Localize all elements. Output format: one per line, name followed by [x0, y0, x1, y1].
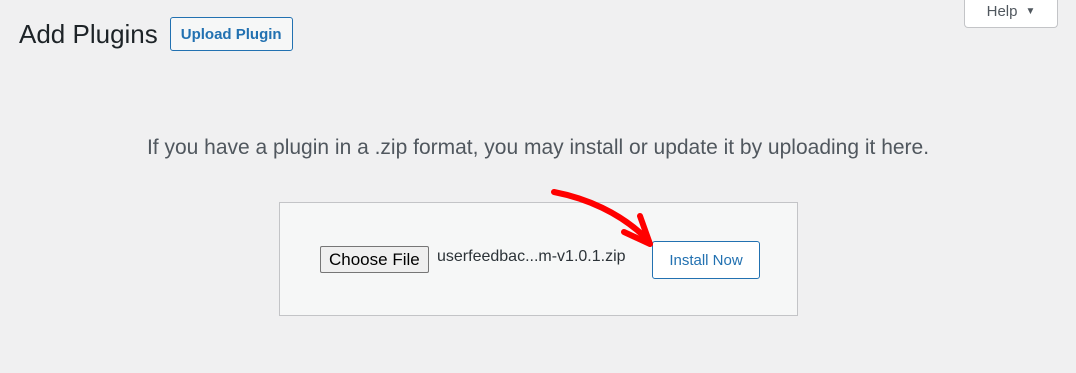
- install-now-button[interactable]: Install Now: [652, 241, 760, 279]
- page-title: Add Plugins: [19, 19, 158, 49]
- help-label: Help: [986, 3, 1018, 20]
- upload-plugin-button[interactable]: Upload Plugin: [169, 17, 293, 51]
- upload-instructions: If you have a plugin in a .zip format, y…: [146, 136, 930, 159]
- page-header: Add Plugins Upload Plugin: [19, 16, 293, 52]
- selected-file-name: userfeedbac...m-v1.0.1.zip: [437, 248, 626, 265]
- help-tab-button[interactable]: Help ▼: [964, 0, 1058, 28]
- upload-plugin-form: Choose File userfeedbac...m-v1.0.1.zip I…: [279, 202, 798, 316]
- choose-file-button[interactable]: Choose File: [320, 246, 429, 273]
- caret-down-icon: ▼: [1025, 6, 1036, 17]
